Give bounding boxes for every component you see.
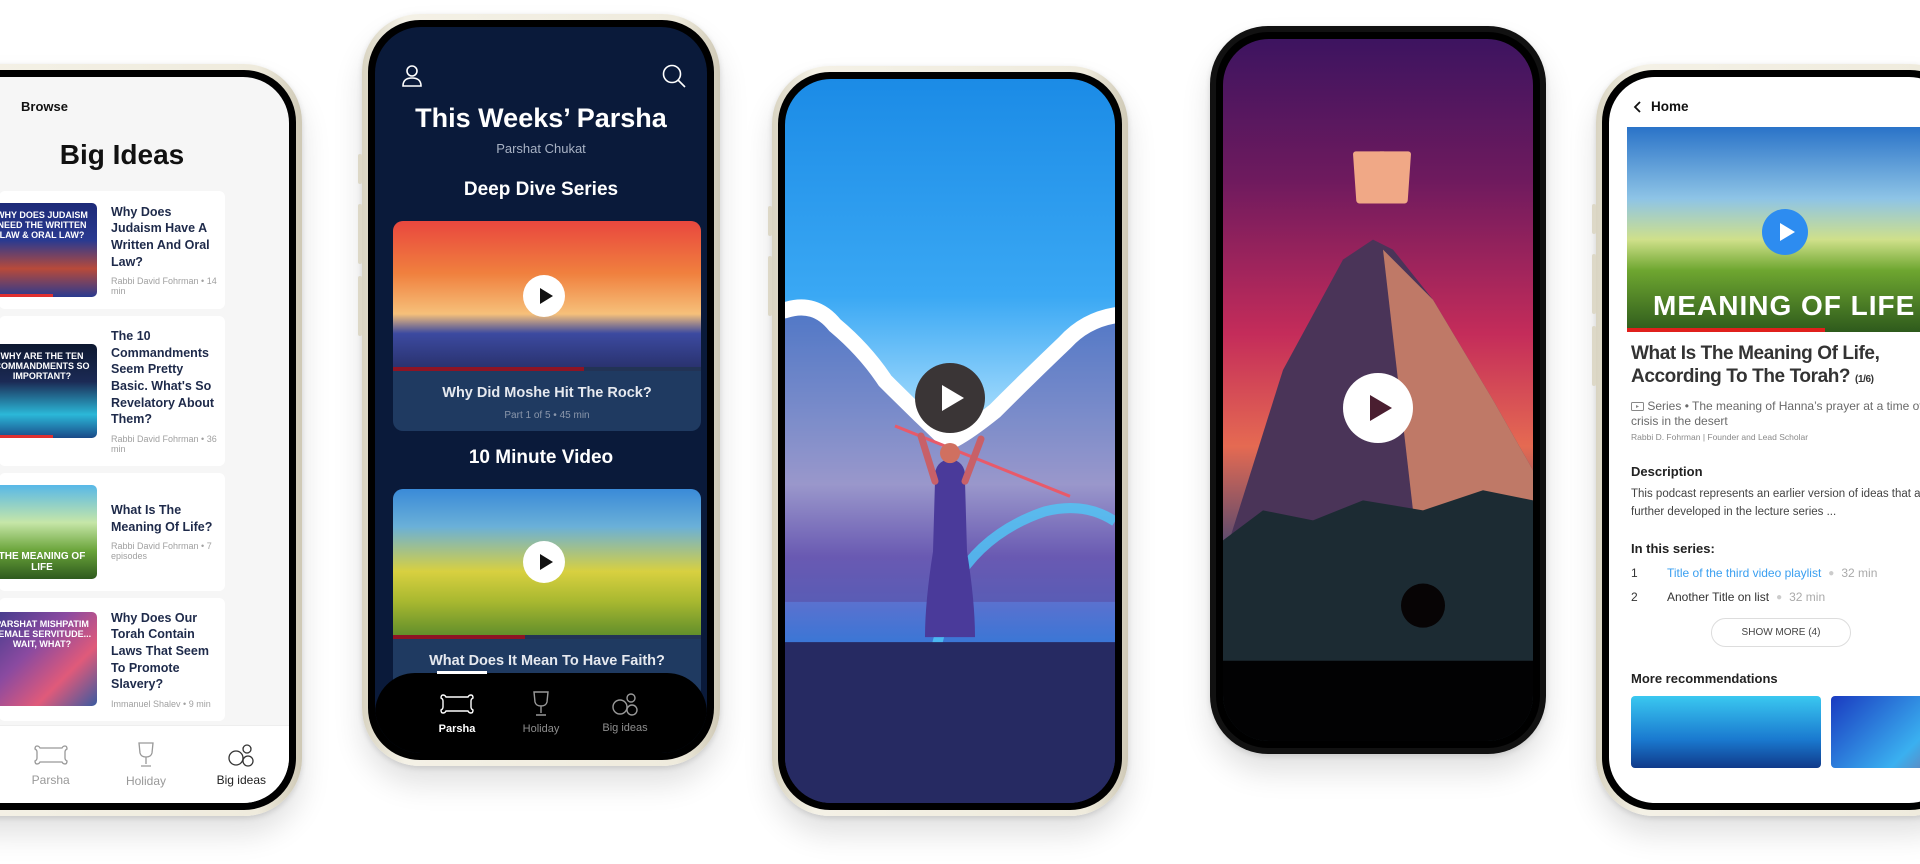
video-player[interactable]: MEANING OF LIFE [1627,127,1920,332]
bottom-tab-bar: Parsha Holiday Big ideas [0,725,289,803]
video-title: What Is The Meaning Of Life, According T… [1631,343,1880,387]
big-ideas-screen: Browse Big Ideas WHY DOES JUDAISM NEED T… [0,77,289,803]
recommendation-thumbnail[interactable] [1831,696,1920,769]
side-button [768,206,772,236]
side-button [768,256,772,316]
side-button [1592,326,1596,386]
bubbles-icon [612,693,638,716]
page-title: This Weeks’ Parsha [415,103,667,133]
chevron-left-icon [1633,100,1641,113]
item-meta: Rabbi David Fohrman • 14 min [111,276,217,297]
play-button[interactable] [523,541,565,583]
play-button[interactable] [1343,373,1413,443]
video-thumbnail: WHY DOES JUDAISM NEED THE WRITTEN LAW & … [0,203,97,297]
series-item[interactable]: 1 Title of the third video playlist ● 32… [1631,566,1920,580]
app-showcase: Browse Big Ideas WHY DOES JUDAISM NEED T… [0,0,1920,864]
description-header[interactable]: Description [1631,464,1920,479]
tab-holiday[interactable]: Holiday [98,726,193,803]
profile-icon[interactable] [399,63,425,89]
card-title: Why Did Moshe Hit The Rock? [442,385,652,401]
video-thumbnail: WHY ARE THE TEN COMMANDMENTS SO IMPORTAN… [0,343,97,438]
list-item[interactable]: PARSHAT MISHPATIM FEMALE SERVITUDE... WA… [0,597,225,721]
side-button [1592,254,1596,314]
item-title: Why Does Judaism Have A Written And Oral… [111,204,210,269]
recommendations-row [1631,696,1920,769]
progress-bar [393,635,526,639]
tab-big-ideas[interactable]: Big ideas [194,726,289,803]
parsha-screen: This Weeks’ Parsha Parshat Chukat Deep D… [375,27,707,753]
video-illustration-sea [785,79,1115,803]
hero-caption: MEANING OF LIFE [1653,290,1916,321]
detail-screen: Home MEANING OF LIFE What Is The Meaning… [1609,77,1920,803]
progress-bar [0,434,53,438]
author-line: Rabbi D. Fohrman | Founder and Lead Scho… [1631,431,1809,442]
kiddush-cup-icon [138,741,154,767]
side-button [358,154,362,184]
scroll-icon [34,744,68,765]
section-heading: Deep Dive Series [463,179,619,200]
scroll-icon [440,694,474,714]
tab-parsha[interactable]: Parsha [415,673,499,753]
phone-video-detail: Home MEANING OF LIFE What Is The Meaning… [1592,64,1920,816]
series-heading: In this series: [1631,541,1715,557]
side-button [358,276,362,336]
section-heading: 10 Minute Video [468,447,614,468]
video-thumbnail [393,489,701,639]
item-meta: Rabbi David Fohrman • 7 episodes [111,541,212,562]
progress-bar [1627,328,1825,332]
bottom-tab-bar: Parsha Holiday Big ideas [375,671,707,753]
item-meta: Rabbi David Fohrman • 36 min [111,433,217,454]
active-tab-indicator [437,671,487,674]
video-card[interactable]: What Does It Mean To Have Faith? Video •… [393,489,701,699]
page-title: Big Ideas [59,139,185,170]
video-thumbnail [393,221,701,371]
phone-video-splash-sea [768,66,1128,816]
play-button[interactable] [523,275,565,317]
list-item[interactable]: WHY DOES JUDAISM NEED THE WRITTEN LAW & … [0,191,225,309]
video-illustration-sinai [1223,39,1533,741]
description-text: This podcast represents an earlier versi… [1631,487,1920,518]
phone-big-ideas: Browse Big Ideas WHY DOES JUDAISM NEED T… [0,64,302,816]
recommendation-thumbnail[interactable] [1631,696,1821,769]
kiddush-cup-icon [533,691,549,716]
show-more-button[interactable]: SHOW MORE (4) [1711,618,1851,648]
back-button[interactable]: Home [1633,99,1689,114]
browse-link[interactable]: Browse [21,99,68,114]
item-title: What Is The Meaning Of Life? [111,503,213,534]
description-heading: Description [1631,463,1703,479]
play-button[interactable] [1762,209,1808,255]
card-meta: Part 1 of 5 • 45 min [504,410,590,421]
bubbles-icon [228,743,254,767]
series-icon [1631,401,1644,411]
search-icon[interactable] [661,63,687,89]
item-meta: Immanuel Shalev • 9 min [111,698,211,709]
tab-big-ideas[interactable]: Big ideas [583,673,667,753]
progress-bar [393,367,584,371]
video-thumbnail: PARSHAT MISHPATIM FEMALE SERVITUDE... WA… [0,612,97,707]
side-button [358,204,362,264]
tab-parsha[interactable]: Parsha [3,726,98,803]
page-subtitle: Parshat Chukat [496,141,586,156]
progress-bar [0,294,53,297]
list-item[interactable]: WHY ARE THE TEN COMMANDMENTS SO IMPORTAN… [0,316,225,466]
series-info: Series • The meaning of Hanna’s prayer a… [1631,398,1920,428]
series-item[interactable]: 2 Another Title on list ● 32 min [1631,590,1920,604]
video-thumbnail: THE MEANING OF LIFE [0,484,97,579]
recommendations-heading: More recommendations [1631,671,1778,687]
phone-video-splash-sinai [1210,26,1546,754]
item-title: The 10 Commandments Seem Pretty Basic. W… [111,329,215,427]
phone-parsha: This Weeks’ Parsha Parshat Chukat Deep D… [358,14,720,766]
sea-illustration [785,299,1115,803]
big-ideas-list: WHY DOES JUDAISM NEED THE WRITTEN LAW & … [0,191,225,803]
card-title: What Does It Mean To Have Faith? [429,653,665,669]
list-item[interactable]: THE MEANING OF LIFE What Is The Meaning … [0,472,225,591]
side-button [1592,204,1596,234]
item-title: Why Does Our Torah Contain Laws That See… [111,610,209,692]
video-card[interactable]: Why Did Moshe Hit The Rock? Part 1 of 5 … [393,221,701,431]
tab-holiday[interactable]: Holiday [499,673,583,753]
play-button[interactable] [915,363,985,433]
